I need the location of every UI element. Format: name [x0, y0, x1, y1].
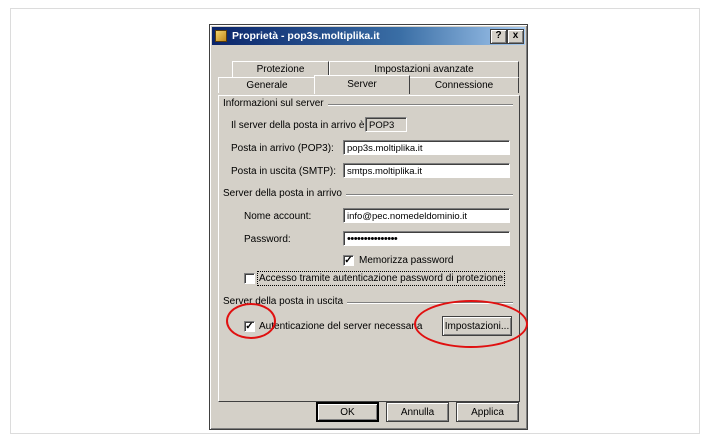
- highlight-oval-settings-button: [414, 300, 528, 348]
- outgoing-server-label: Posta in uscita (SMTP):: [231, 166, 337, 177]
- properties-dialog: Proprietà - pop3s.moltiplika.it ? x Prot…: [209, 24, 528, 430]
- window-title: Proprietà - pop3s.moltiplika.it: [232, 30, 380, 42]
- highlight-oval-auth-checkbox: [226, 303, 276, 339]
- server-tab-panel: Informazioni sul server Il server della …: [218, 95, 520, 402]
- tab-connessione[interactable]: Connessione: [409, 77, 519, 93]
- incoming-type-label: Il server della posta in arrivo è:: [231, 120, 368, 131]
- tab-generale[interactable]: Generale: [218, 77, 316, 93]
- server-auth-label: Autenticazione del server necessaria: [259, 321, 423, 332]
- incoming-type-field: POP3: [365, 117, 407, 132]
- spa-label: Accesso tramite autenticazione password …: [256, 271, 506, 286]
- close-button[interactable]: x: [507, 29, 524, 44]
- password-input[interactable]: •••••••••••••••: [343, 231, 510, 246]
- spa-checkbox[interactable]: [244, 273, 255, 284]
- cancel-button[interactable]: Annulla: [386, 402, 449, 422]
- title-bar[interactable]: Proprietà - pop3s.moltiplika.it ? x: [212, 27, 525, 45]
- section-incoming-server-heading: Server della posta in arrivo: [223, 188, 346, 199]
- password-label: Password:: [244, 234, 291, 245]
- apply-button[interactable]: Applica: [456, 402, 519, 422]
- remember-password-label: Memorizza password: [359, 255, 454, 266]
- incoming-server-label: Posta in arrivo (POP3):: [231, 143, 334, 154]
- help-button[interactable]: ?: [490, 29, 507, 44]
- incoming-server-input[interactable]: pop3s.moltiplika.it: [343, 140, 510, 155]
- tab-server[interactable]: Server: [314, 75, 410, 94]
- account-name-label: Nome account:: [244, 211, 312, 222]
- account-name-input[interactable]: info@pec.nomedeldominio.it: [343, 208, 510, 223]
- ok-button[interactable]: OK: [316, 402, 379, 422]
- remember-password-checkbox[interactable]: ✓: [343, 255, 354, 266]
- mail-account-icon: [215, 30, 227, 42]
- outgoing-server-input[interactable]: smtps.moltiplika.it: [343, 163, 510, 178]
- section-server-info-heading: Informazioni sul server: [223, 98, 328, 109]
